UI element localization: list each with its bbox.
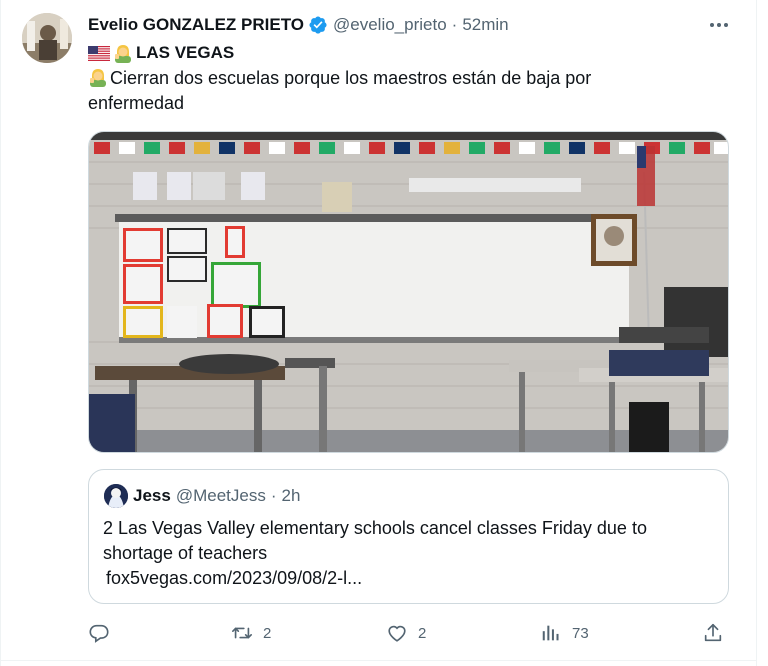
views-button[interactable]: 73 xyxy=(540,619,589,647)
tweet-timestamp[interactable]: 52min xyxy=(462,15,508,35)
like-button[interactable]: 2 xyxy=(386,619,426,647)
quoted-author-avatar[interactable] xyxy=(104,484,128,508)
quoted-header-separator: · xyxy=(270,486,277,505)
quoted-author-handle[interactable]: @MeetJess xyxy=(176,486,266,506)
retweet-count: 2 xyxy=(263,624,272,642)
tweet-body: Cierran dos escuelas porque los maestros… xyxy=(88,66,688,116)
quoted-tweet-header: Jess @MeetJess · 2h xyxy=(104,484,300,508)
share-icon xyxy=(704,623,722,642)
left-border xyxy=(0,0,1,666)
more-options-icon[interactable] xyxy=(706,15,732,35)
quoted-tweet-text: 2 Las Vegas Valley elementary schools ca… xyxy=(103,518,647,563)
us-flag-icon xyxy=(88,45,110,61)
tweet-media-image[interactable] xyxy=(88,131,729,453)
quoted-tweet-link[interactable]: fox5vegas.com/2023/09/08/2-l... xyxy=(106,566,362,590)
woman-emoji-icon xyxy=(90,69,106,87)
quoted-tweet-timestamp[interactable]: 2h xyxy=(282,486,301,506)
woman-emoji-icon xyxy=(115,45,131,63)
retweet-button[interactable]: 2 xyxy=(231,619,271,647)
headline-text: LAS VEGAS xyxy=(136,43,235,62)
verified-badge-icon xyxy=(308,15,328,35)
tweet-divider xyxy=(0,660,757,661)
tweet-body-text: Cierran dos escuelas porque los maestros… xyxy=(88,68,592,113)
author-name[interactable]: Evelio GONZALEZ PRIETO xyxy=(88,15,304,35)
author-handle[interactable]: @evelio_prieto xyxy=(333,15,447,35)
tweet-headline: LAS VEGAS xyxy=(88,42,234,64)
quoted-author-name[interactable]: Jess xyxy=(133,486,171,506)
header-separator: · xyxy=(451,15,458,34)
author-avatar[interactable] xyxy=(22,13,72,63)
views-count: 73 xyxy=(572,624,589,642)
like-icon xyxy=(388,625,406,642)
like-count: 2 xyxy=(418,624,427,642)
reply-button[interactable] xyxy=(88,619,120,647)
right-border xyxy=(756,0,757,666)
views-icon xyxy=(542,625,559,641)
reply-icon xyxy=(89,624,109,643)
quoted-tweet-card[interactable]: Jess @MeetJess · 2h 2 Las Vegas Valley e… xyxy=(88,469,729,604)
tweet-header: Evelio GONZALEZ PRIETO @evelio_prieto · … xyxy=(88,13,509,37)
retweet-icon xyxy=(232,627,252,639)
share-button[interactable] xyxy=(702,619,724,647)
